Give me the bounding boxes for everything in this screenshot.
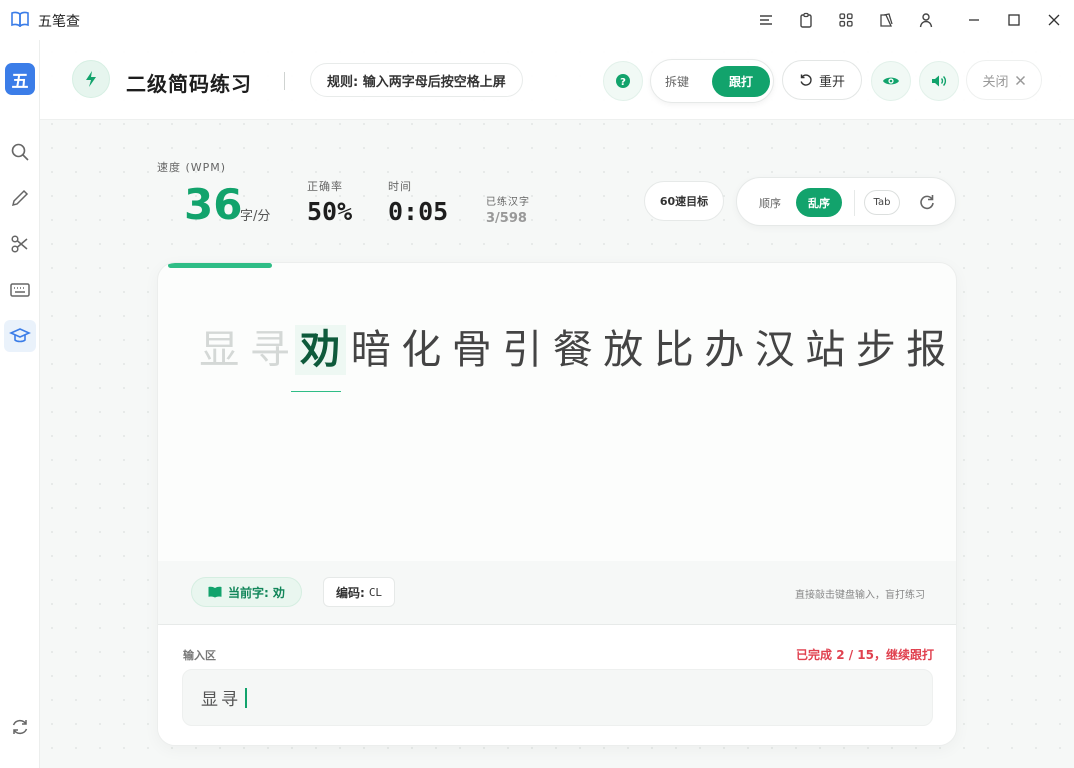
sync-icon[interactable] [4,711,36,743]
mode-follow-option[interactable]: 跟打 [712,66,770,97]
search-icon[interactable] [4,136,36,168]
scissors-icon[interactable] [4,228,36,260]
current-char-badge: 当前字: 劝 [191,577,302,607]
practice-char: 比 [653,327,694,373]
practice-char: 餐 [552,327,593,373]
speaker-icon [932,75,947,87]
progress-bar [168,263,948,268]
practice-char: 步 [855,327,896,373]
practice-char: 站 [805,327,846,373]
refresh-icon[interactable] [917,192,937,212]
input-label: 输入区 [183,649,216,662]
card-footer: 当前字: 劝 编码: CL 直接敲击键盘输入，盲打练习 [158,561,956,624]
speed-value: 36 [184,180,243,229]
random-order-option[interactable]: 乱序 [796,188,842,217]
text-caret [245,687,247,708]
sidebar: 五 [0,40,40,768]
rule-badge: 规则: 输入两字母后按空格上屏 [310,63,523,97]
close-icon [1015,75,1025,85]
current-char: 劝 [295,325,346,375]
restart-label: 重开 [818,74,845,90]
divider [854,190,855,216]
restart-button[interactable]: 重开 [782,60,862,100]
clipboard-icon[interactable] [786,0,826,40]
book-icon [11,11,29,27]
practice-header: 二级简码练习 规则: 输入两字母后按空格上屏 ? 拆键 跟打 重开 关闭 [40,40,1074,120]
help-icon: ? [616,74,630,88]
current-char-label: 当前字: 劝 [228,585,285,600]
accuracy-label: 正确率 [307,180,343,193]
time-label: 时间 [388,180,412,193]
app-logo[interactable]: 五 [5,63,35,95]
sequential-order-option[interactable]: 顺序 [759,195,781,211]
tab-key-button[interactable]: Tab [864,190,900,215]
practice-card: 显寻劝暗化骨引餐放比办汉站步报 当前字: 劝 编码: CL 直接敲击键盘输入，盲… [157,262,957,746]
accuracy-value: 50% [307,197,353,226]
maximize-icon[interactable] [994,0,1034,40]
code-value: CL [368,585,383,599]
practice-char: 化 [401,327,442,373]
preview-toggle-button[interactable] [871,61,911,101]
pencil-icon[interactable] [4,182,36,214]
help-button[interactable]: ? [603,61,643,101]
graduation-cap-icon[interactable] [4,320,36,352]
typing-input[interactable]: 显寻 [182,669,933,726]
page-title: 二级简码练习 [126,72,252,96]
svg-text:?: ? [620,77,626,88]
order-control-group: 顺序 乱序 Tab [736,177,956,226]
restart-icon [800,74,812,86]
menu-icon[interactable] [746,0,786,40]
code-label: 编码: [336,585,365,600]
user-icon[interactable] [906,0,946,40]
practice-char: 办 [704,327,745,373]
mode-toggle[interactable]: 拆键 跟打 [650,59,774,103]
divider [284,72,285,90]
practice-char: 报 [906,327,947,373]
input-section: 输入区 已完成 2 / 15，继续跟打 显寻 [158,624,956,745]
book-open-icon [208,586,222,598]
typing-hint: 直接敲击键盘输入，盲打练习 [795,590,925,601]
app-title: 五笔查 [38,14,80,30]
close-practice-button[interactable]: 关闭 [966,60,1042,100]
current-char-underline [291,391,341,392]
mode-split-option[interactable]: 拆键 [665,73,689,90]
apps-grid-icon[interactable] [826,0,866,40]
practice-char: 暗 [350,327,391,373]
code-badge: 编码: CL [323,577,396,607]
speed-label: 速度 (WPM) [157,161,227,174]
sound-toggle-button[interactable] [919,61,959,101]
title-bar: 五笔查 [0,0,1074,40]
typed-text: 显寻 [201,690,241,710]
close-window-icon[interactable] [1034,0,1074,40]
minimize-icon[interactable] [954,0,994,40]
time-value: 0:05 [388,197,449,226]
main-area: 二级简码练习 规则: 输入两字母后按空格上屏 ? 拆键 跟打 重开 关闭 速度 … [40,40,1074,768]
practice-char: 寻 [249,327,290,373]
theme-icon[interactable] [866,0,906,40]
eye-icon [883,77,899,85]
practice-char: 骨 [451,327,492,373]
close-label: 关闭 [982,74,1009,90]
lightning-icon [72,60,110,98]
practice-char: 汉 [754,327,795,373]
practice-char: 引 [502,327,543,373]
target-speed-button[interactable]: 60速目标 [644,181,724,221]
keyboard-icon[interactable] [4,274,36,306]
practiced-label: 已练汉字 [486,197,530,208]
practice-char: 放 [603,327,644,373]
progress-status: 已完成 2 / 15，继续跟打 [796,648,934,662]
progress-fill [168,263,272,268]
practice-char: 显 [199,327,240,373]
practiced-value: 3/598 [486,211,527,226]
speed-unit: 字/分 [240,209,271,224]
character-row: 显寻劝暗化骨引餐放比办汉站步报 [194,325,952,375]
